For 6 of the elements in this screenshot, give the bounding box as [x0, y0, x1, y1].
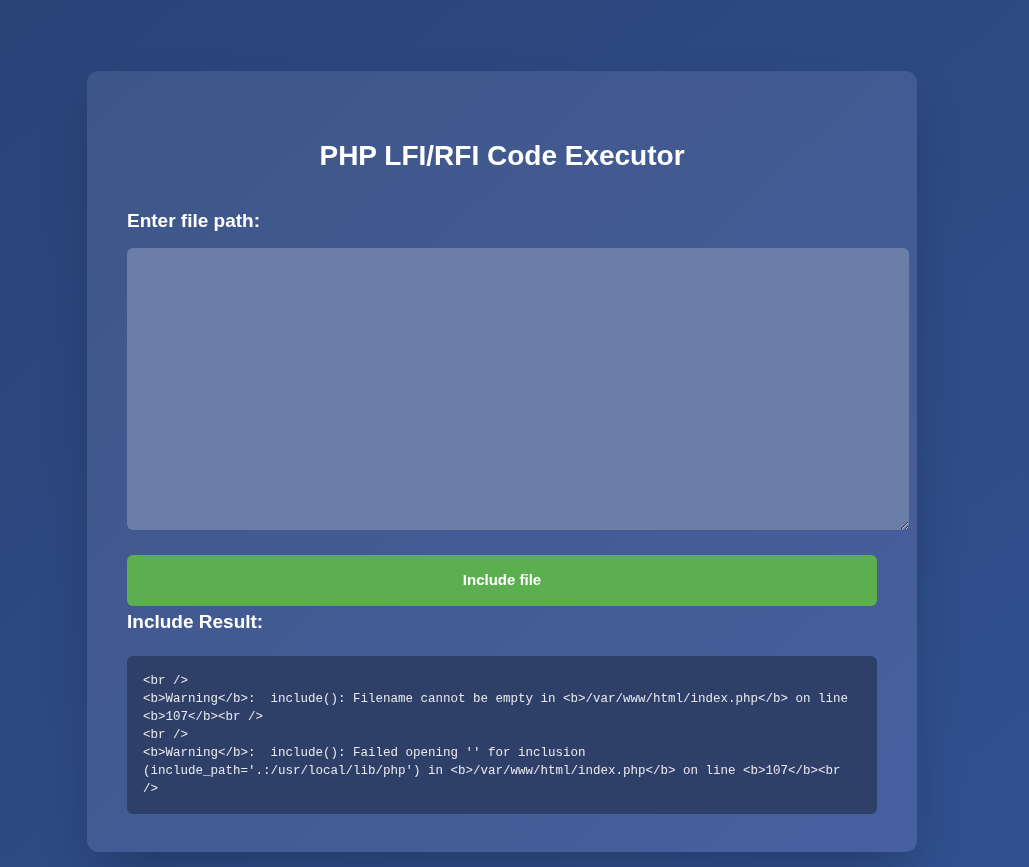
field-label: Enter file path: — [127, 209, 261, 233]
result-label: Include Result: — [127, 609, 265, 634]
page-title: PHP LFI/RFI Code Executor — [318, 139, 686, 173]
result-output: <br /> <b>Warning</b>: include(): Filename cannot be empty in <b>/var/www/html/index.php</b> on line <b>107</b><br /> <br /> <b>Warning</b>: include(): Failed opening '' for inclusion (include_path='.:/usr/local/lib/php') in <b>/var/www/html/index.php</b> on line <b>107</b><br /> — [127, 656, 877, 814]
include-file-button[interactable]: Include file — [127, 554, 877, 606]
file-path-field[interactable] — [127, 247, 909, 530]
